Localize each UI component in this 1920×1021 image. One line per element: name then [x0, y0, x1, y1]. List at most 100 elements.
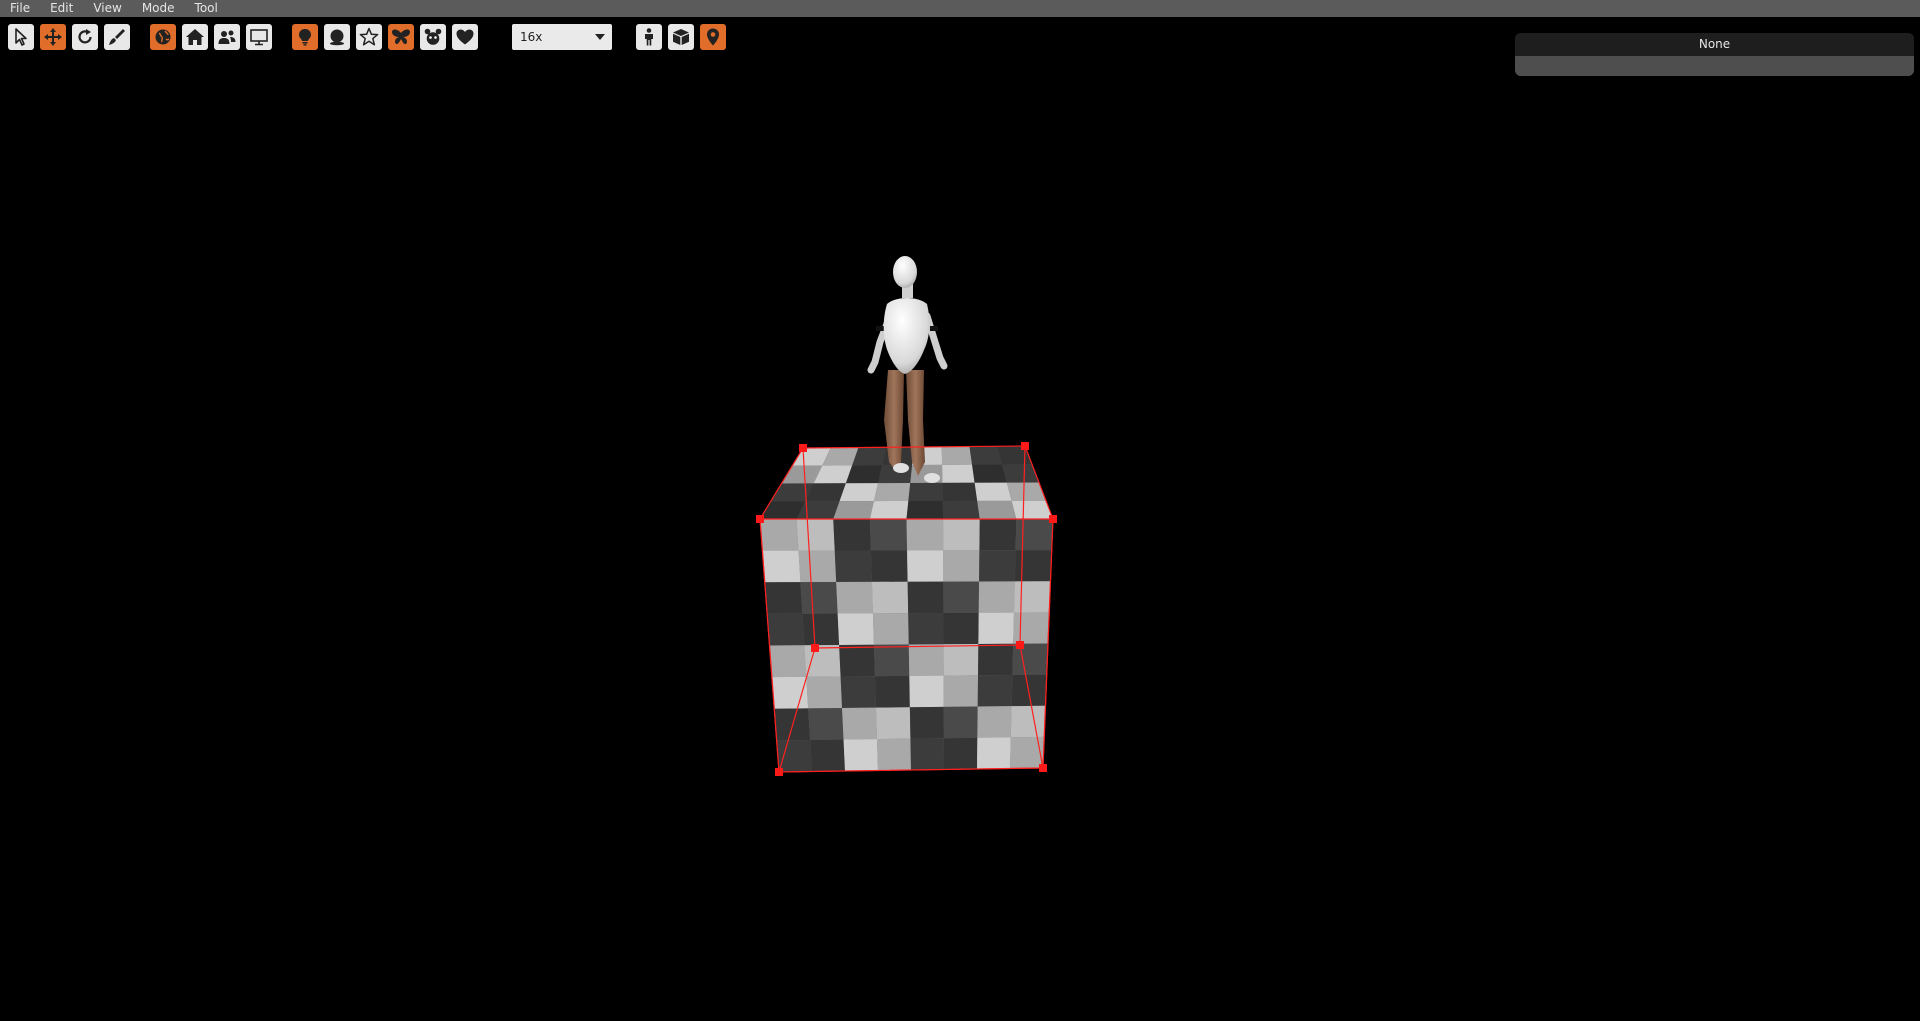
handle-top-back-left[interactable]	[799, 444, 807, 452]
checker-tile	[1013, 581, 1051, 613]
menu-tool[interactable]: Tool	[185, 0, 228, 17]
figure-icon	[645, 28, 653, 46]
home-button[interactable]	[182, 24, 208, 50]
rotate-tool-button[interactable]	[72, 24, 98, 50]
checker-tile	[804, 645, 841, 677]
menu-bar: File Edit View Mode Tool	[0, 0, 1920, 17]
zoom-dropdown[interactable]: 16x	[512, 24, 612, 50]
checker-tile	[771, 676, 809, 709]
checker-tile	[836, 581, 873, 614]
checker-tile	[974, 482, 1012, 501]
checker-tile	[1015, 519, 1053, 551]
checker-tile	[833, 501, 874, 519]
checker-tile	[845, 465, 883, 484]
people-button[interactable]	[214, 24, 240, 50]
checker-tile	[1014, 550, 1052, 582]
checker-tile	[943, 675, 979, 707]
checker-tile	[977, 500, 1017, 519]
checker-tile	[943, 706, 978, 739]
checker-tile	[907, 550, 944, 582]
menu-view[interactable]: View	[83, 0, 131, 17]
handle-bottom-front-right[interactable]	[1039, 764, 1047, 772]
checker-tile	[873, 483, 911, 502]
checker-tile	[872, 613, 909, 645]
checker-tile	[776, 739, 812, 772]
checker-tile	[908, 612, 944, 645]
checker-tile	[802, 613, 840, 646]
viewport-scene[interactable]	[0, 57, 1920, 1017]
handle-bottom-back-left[interactable]	[811, 644, 819, 652]
checker-tile	[941, 446, 973, 465]
checker-tile	[978, 581, 1015, 613]
world-button[interactable]	[150, 24, 176, 50]
sphere-icon	[330, 29, 344, 46]
checker-tile	[874, 675, 910, 708]
checker-tile	[978, 612, 1014, 644]
checker-tile	[769, 645, 807, 678]
brush-icon	[109, 29, 125, 45]
checker-tile	[943, 581, 980, 613]
checker-tile	[908, 644, 944, 676]
checker-tile	[837, 613, 874, 645]
butterfly-icon	[392, 29, 410, 45]
checker-tile	[834, 550, 872, 582]
lightbulb-icon	[299, 29, 311, 46]
checker-tile	[979, 550, 1016, 582]
heart-button[interactable]	[452, 24, 478, 50]
display-button[interactable]	[246, 24, 272, 50]
checker-tile	[833, 519, 871, 551]
sphere-button[interactable]	[324, 24, 350, 50]
monitor-icon	[250, 29, 268, 46]
checker-tile	[909, 675, 944, 708]
mask-button[interactable]	[420, 24, 446, 50]
handle-bottom-front-left[interactable]	[775, 768, 783, 776]
checker-tile	[942, 482, 978, 501]
checker-tile	[871, 581, 909, 614]
selection-label[interactable]: None	[1515, 33, 1914, 56]
checker-tile	[943, 550, 980, 582]
menu-mode[interactable]: Mode	[132, 0, 185, 17]
star-button[interactable]	[356, 24, 382, 50]
checker-tile	[869, 519, 908, 551]
checker-tile	[873, 644, 910, 677]
checker-tile	[806, 676, 843, 709]
handle-top-front-right[interactable]	[1049, 515, 1057, 523]
star-icon	[359, 27, 379, 46]
checker-tile	[942, 500, 980, 519]
checker-tile	[875, 707, 911, 740]
checker-tile	[972, 464, 1007, 483]
home-icon	[186, 29, 204, 45]
checker-tile	[906, 500, 944, 519]
checker-tile	[842, 707, 877, 740]
checker-tile	[977, 737, 1011, 769]
checker-tile	[843, 739, 878, 771]
paint-tool-button[interactable]	[104, 24, 130, 50]
checker-tile	[909, 706, 944, 739]
checker-tile	[774, 708, 811, 741]
checker-tile	[839, 644, 875, 677]
checker-tile	[876, 738, 911, 771]
checker-tile	[907, 581, 944, 614]
select-tool-button[interactable]	[8, 24, 34, 50]
3d-viewport[interactable]	[0, 57, 1920, 1017]
location-button[interactable]	[700, 24, 726, 50]
light-button[interactable]	[292, 24, 318, 50]
butterfly-button[interactable]	[388, 24, 414, 50]
figure-button[interactable]	[636, 24, 662, 50]
handle-bottom-back-right[interactable]	[1016, 641, 1024, 649]
checker-tile	[943, 612, 979, 645]
checker-tile	[910, 738, 944, 770]
handle-top-front-left[interactable]	[756, 515, 764, 523]
checker-tile	[870, 550, 908, 582]
chevron-down-icon	[595, 34, 605, 40]
mask-icon	[424, 28, 442, 45]
menu-edit[interactable]: Edit	[40, 0, 83, 17]
location-pin-icon	[707, 28, 719, 46]
move-tool-button[interactable]	[40, 24, 66, 50]
heart-icon	[456, 29, 474, 45]
checker-tile	[1013, 612, 1050, 644]
checker-tile	[810, 739, 845, 772]
box-button[interactable]	[668, 24, 694, 50]
menu-file[interactable]: File	[0, 0, 40, 17]
handle-top-back-right[interactable]	[1021, 442, 1029, 450]
